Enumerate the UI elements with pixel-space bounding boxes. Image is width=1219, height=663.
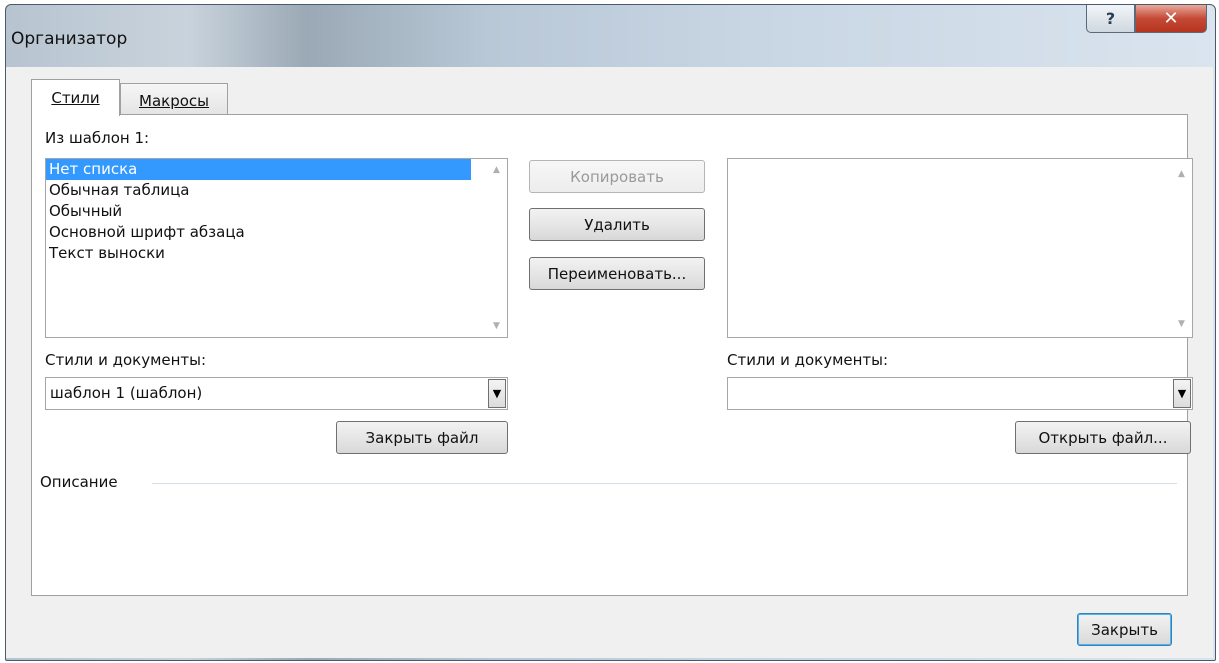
styles-tab-panel: Из шаблон 1: Нет списка Обычная таблица …: [31, 114, 1193, 596]
list-item[interactable]: Обычная таблица: [46, 180, 507, 201]
right-styles-list[interactable]: ▲ ▼: [727, 158, 1193, 338]
title-bar[interactable]: Организатор ? ✕: [6, 5, 1215, 71]
close-file-button[interactable]: Закрыть файл: [336, 421, 508, 454]
description-label: Описание: [40, 473, 118, 491]
right-styles-docs-combo[interactable]: ▼: [727, 377, 1193, 410]
open-file-button[interactable]: Открыть файл...: [1015, 421, 1191, 454]
tab-styles[interactable]: Стили: [31, 79, 120, 116]
right-styles-docs-label: Стили и документы:: [727, 351, 889, 369]
window-title: Организатор: [11, 29, 128, 49]
tab-macros-label: Макросы: [139, 91, 209, 110]
close-button[interactable]: Закрыть: [1077, 613, 1172, 646]
triangle-down-icon[interactable]: ▼: [488, 379, 506, 408]
rename-button[interactable]: Переименовать...: [529, 257, 705, 290]
triangle-down-icon[interactable]: ▼: [1173, 379, 1191, 408]
chevron-up-icon[interactable]: ▲: [1178, 169, 1185, 179]
description-divider: [152, 483, 1177, 484]
tab-styles-label: Стили: [51, 89, 100, 107]
left-styles-docs-label: Стили и документы:: [45, 351, 207, 369]
dialog-client-area: Стили Макросы Из шаблон 1: Нет списка Об…: [6, 67, 1213, 658]
list-item[interactable]: Текст выноски: [46, 243, 507, 264]
delete-button[interactable]: Удалить: [529, 208, 705, 241]
chevron-up-icon[interactable]: ▲: [493, 165, 500, 175]
left-styles-docs-combo[interactable]: шаблон 1 (шаблон) ▼: [45, 377, 508, 410]
close-icon: ✕: [1163, 8, 1179, 29]
list-item[interactable]: Нет списка: [46, 159, 471, 180]
chevron-down-icon[interactable]: ▼: [493, 321, 500, 331]
tab-macros[interactable]: Макросы: [120, 83, 228, 117]
chevron-down-icon[interactable]: ▼: [1178, 319, 1185, 329]
help-icon: ?: [1105, 9, 1116, 28]
help-button[interactable]: ?: [1086, 5, 1135, 33]
left-list-scrollbar[interactable]: ▲ ▼: [490, 159, 507, 337]
right-list-scrollbar[interactable]: ▲ ▼: [1175, 159, 1192, 337]
organizer-dialog: Организатор ? ✕ Стили Макросы Из шаблон …: [5, 4, 1216, 661]
list-item[interactable]: Основной шрифт абзаца: [46, 222, 507, 243]
window-close-button[interactable]: ✕: [1135, 5, 1207, 33]
left-styles-list[interactable]: Нет списка Обычная таблица Обычный Основ…: [45, 158, 508, 338]
left-combo-value: шаблон 1 (шаблон): [50, 384, 203, 402]
from-template-label: Из шаблон 1:: [45, 129, 150, 147]
copy-button[interactable]: Копировать: [529, 160, 705, 193]
list-item[interactable]: Обычный: [46, 201, 507, 222]
